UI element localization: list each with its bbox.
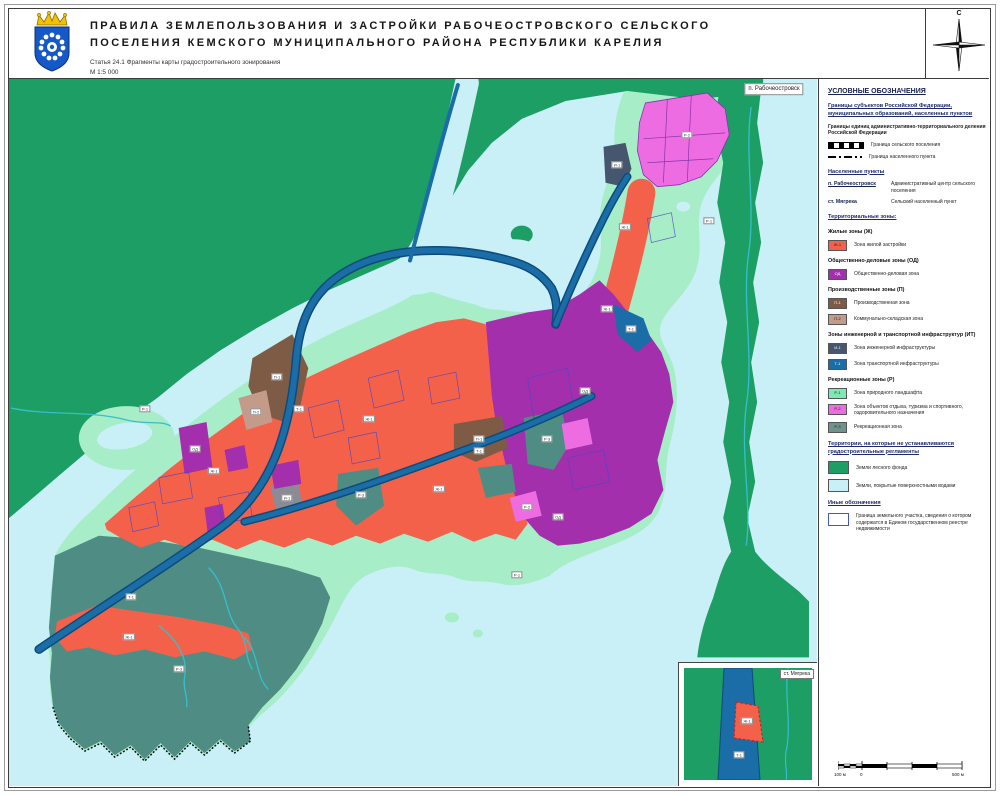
zoning-map: п. РабочеостровскР-2И-1Ж-1Р-1Ж-1Т-1ОДП-1… xyxy=(9,79,817,786)
zone-swatch: Р-1 xyxy=(828,388,847,399)
legend-panel: УСЛОВНЫЕ ОБОЗНАЧЕНИЯ Границы субъектов Р… xyxy=(828,88,986,533)
zone-group-title: Жилые зоны (Ж) xyxy=(828,229,986,235)
zone-group-title: Общественно-деловые зоны (ОД) xyxy=(828,258,986,264)
zone-label: Коммунально-складская зона xyxy=(854,316,923,323)
zone-group-title: Рекреационные зоны (Р) xyxy=(828,377,986,383)
surface-water-swatch xyxy=(828,479,849,492)
lake-3 xyxy=(676,202,690,212)
zone-swatch: Р-3 xyxy=(828,422,847,433)
inset-zone-label-transport: Т-1 xyxy=(734,751,745,758)
egrn-label: Граница земельного участка, сведения о к… xyxy=(856,513,986,533)
zone-label: Производственная зона xyxy=(854,300,910,307)
legend-title: УСЛОВНЫЕ ОБОЗНАЧЕНИЯ xyxy=(828,88,986,95)
title-line-2: ПОСЕЛЕНИЯ КЕМСКОГО МУНИЦИПАЛЬНОГО РАЙОНА… xyxy=(90,35,910,52)
subtitle-scale: М 1:5 000 xyxy=(90,68,910,78)
scale-bar-graphic xyxy=(838,761,966,773)
subtitle-article: Статья 24.1 Фрагменты карты градостроите… xyxy=(90,58,910,68)
nature-islet-1 xyxy=(498,563,534,585)
legend-noreglament-heading: Территории, на которые не устанавливаютс… xyxy=(828,441,986,457)
scale-label-right: 500 м xyxy=(952,772,964,777)
zone-swatch: Т-1 xyxy=(828,359,847,370)
legend-borders-heading: Границы субъектов Российской Федерации, … xyxy=(828,103,986,119)
nature-islet-2 xyxy=(445,612,459,622)
page-subtitle: Статья 24.1 Фрагменты карты градостроите… xyxy=(90,58,910,77)
scale-bar: 100 м 0 500 м xyxy=(838,760,966,782)
scale-label-left: 100 м xyxy=(834,772,846,777)
zone-label: Зона природного ландшафта xyxy=(854,390,922,397)
noreglament-label: Земли лесного фонда xyxy=(856,465,907,472)
zone-swatch: Ж-1 xyxy=(828,240,847,251)
coat-of-arms xyxy=(31,11,73,78)
legend-zones-heading: Территориальные зоны: xyxy=(828,214,986,222)
compass-north-label: С xyxy=(928,10,990,17)
zone-swatch: ОД xyxy=(828,269,847,280)
zone-label: Зона транспортной инфраструктуры xyxy=(854,361,939,368)
settlement-desc: Административный центр сельского поселен… xyxy=(891,181,986,194)
inset-map-myagreka: ст. Мягрека Ж-1 Т-1 xyxy=(678,662,817,786)
zone-group-title: Зоны инженерной и транспортной инфрастру… xyxy=(828,332,986,338)
zone-label: Зона объектов отдыха, туризма и спортивн… xyxy=(854,404,986,417)
page-title: ПРАВИЛА ЗЕМЛЕПОЛЬЗОВАНИЯ И ЗАСТРОЙКИ РАБ… xyxy=(90,18,910,52)
map-sheet: ПРАВИЛА ЗЕМЛЕПОЛЬЗОВАНИЯ И ЗАСТРОЙКИ РАБ… xyxy=(0,0,1000,795)
legend-other-heading: Иные обозначения xyxy=(828,500,986,508)
settlement-name: п. Рабочеостровск xyxy=(828,181,884,187)
legend-divider xyxy=(818,79,819,786)
inset-title: ст. Мягрека xyxy=(780,669,814,679)
title-line-1: ПРАВИЛА ЗЕМЛЕПОЛЬЗОВАНИЯ И ЗАСТРОЙКИ РАБ… xyxy=(90,18,910,35)
zone-swatch: П-1 xyxy=(828,298,847,309)
scale-label-zero: 0 xyxy=(860,772,863,777)
inset-zone-label-residential: Ж-1 xyxy=(741,717,753,724)
zone-label: Рекреационная зона xyxy=(854,424,902,431)
legend-settlements-heading: Населенные пункты xyxy=(828,169,986,177)
zone-label: Зона жилой застройки xyxy=(854,242,906,249)
zone-group-title: Производственные зоны (П) xyxy=(828,287,986,293)
legend-item-label: Граница населенного пункта xyxy=(869,154,935,161)
settlement-desc: Сельский населенный пункт xyxy=(891,199,957,206)
forest-land-swatch xyxy=(828,461,849,474)
settlement-name: ст. Мягрека xyxy=(828,199,884,205)
legend-borders-subheading: Границы единиц административно-территори… xyxy=(828,124,986,138)
zone-swatch: И-1 xyxy=(828,343,847,354)
compass-star-icon xyxy=(930,17,988,73)
compass-divider xyxy=(925,9,926,78)
zone-swatch: Р-2 xyxy=(828,404,847,415)
locality-boundary-symbol xyxy=(828,156,862,158)
legend-item-label: Граница сельского поселения xyxy=(871,142,940,149)
compass-rose: С xyxy=(928,10,990,76)
settlement-boundary-symbol xyxy=(828,142,864,149)
egrn-parcel-swatch xyxy=(828,513,849,526)
zone-label: Зона инженерной инфраструктуры xyxy=(854,345,935,352)
zone-swatch: П-2 xyxy=(828,314,847,325)
nature-islet-3 xyxy=(473,629,483,637)
zone-label: Общественно-деловая зона xyxy=(854,271,919,278)
noreglament-label: Земли, покрытые поверхностными водами xyxy=(856,483,955,490)
